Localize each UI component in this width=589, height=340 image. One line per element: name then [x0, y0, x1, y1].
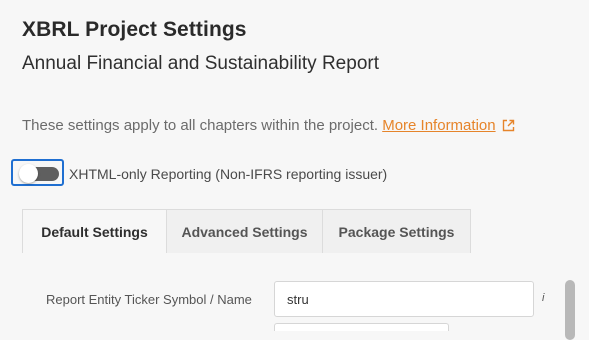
xhtml-only-toggle-label[interactable]: XHTML-only Reporting (Non-IFRS reporting… — [69, 166, 387, 182]
settings-info-text: These settings apply to all chapters wit… — [22, 117, 515, 136]
info-icon[interactable]: i — [542, 292, 544, 304]
ticker-symbol-label: Report Entity Ticker Symbol / Name — [46, 292, 252, 307]
next-field-input[interactable] — [274, 323, 449, 331]
settings-tabs: Default Settings Advanced Settings Packa… — [22, 209, 471, 253]
more-information-link[interactable]: More Information — [382, 117, 495, 134]
project-name: Annual Financial and Sustainability Repo… — [22, 53, 379, 74]
tab-default-settings[interactable]: Default Settings — [22, 209, 167, 253]
ticker-symbol-input[interactable] — [274, 281, 534, 317]
xhtml-only-toggle[interactable] — [11, 159, 64, 186]
toggle-knob — [19, 164, 38, 183]
scrollbar-thumb[interactable] — [565, 280, 575, 340]
info-description: These settings apply to all chapters wit… — [22, 117, 383, 134]
tab-advanced-settings[interactable]: Advanced Settings — [166, 209, 323, 253]
external-link-icon[interactable] — [502, 119, 515, 136]
tab-package-settings[interactable]: Package Settings — [322, 209, 471, 253]
page-title: XBRL Project Settings — [22, 18, 247, 41]
